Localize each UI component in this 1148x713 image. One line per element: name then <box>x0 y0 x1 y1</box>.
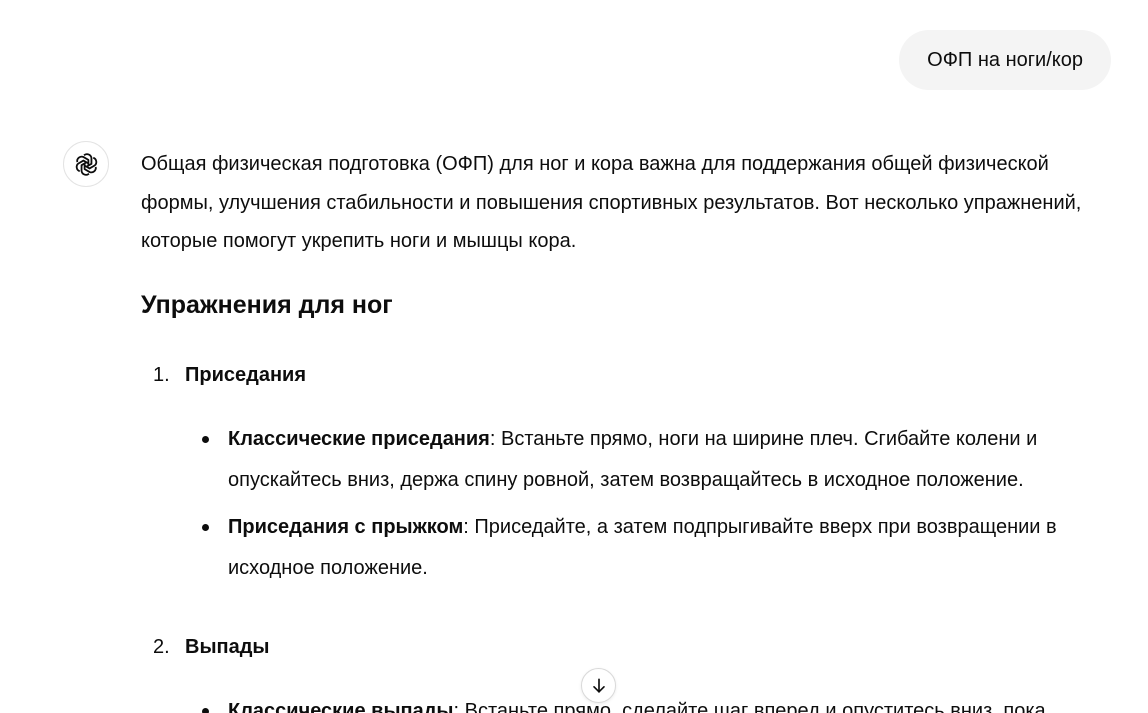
exercise-variant-item: Приседания с прыжком: Приседайте, а зате… <box>141 507 1111 589</box>
exercise-number: 1. <box>153 363 170 386</box>
exercise-variant-item: Классические приседания: Встаньте прямо,… <box>141 419 1111 501</box>
exercise-number: 2. <box>153 635 170 658</box>
assistant-intro-paragraph: Общая физическая подготовка (ОФП) для но… <box>141 153 1082 252</box>
exercise-variant-name: Классические выпады <box>228 699 454 713</box>
section-heading-legs: Упражнения для ног <box>141 290 393 319</box>
scroll-to-bottom-button[interactable] <box>581 668 616 703</box>
exercise-list-item: 2. Выпады <box>141 632 1111 662</box>
exercise-variants-list: Классические приседания: Встаньте прямо,… <box>141 419 1111 589</box>
openai-logo-icon <box>75 152 97 176</box>
user-message-bubble: ОФП на ноги/кор <box>899 30 1111 90</box>
assistant-avatar <box>63 141 109 187</box>
exercise-variant-text: : Встаньте прямо, сделайте шаг вперед и … <box>453 699 1046 713</box>
exercise-list-item: 1. Приседания <box>141 360 1111 390</box>
user-message-text: ОФП на ноги/кор <box>927 49 1083 71</box>
exercise-variant-name: Классические приседания <box>228 427 490 450</box>
exercise-variants-list: Классические выпады: Встаньте прямо, сде… <box>141 691 1111 713</box>
exercise-title: Выпады <box>185 635 270 658</box>
bullet-dot <box>202 523 209 531</box>
bullet-dot <box>202 707 209 713</box>
exercise-variant-item: Классические выпады: Встаньте прямо, сде… <box>141 691 1111 713</box>
exercise-variant-name: Приседания с прыжком <box>228 515 464 538</box>
arrow-down-icon <box>592 678 605 693</box>
exercise-title: Приседания <box>185 363 306 386</box>
assistant-message: Общая физическая подготовка (ОФП) для но… <box>141 145 1111 713</box>
bullet-dot <box>202 435 209 443</box>
